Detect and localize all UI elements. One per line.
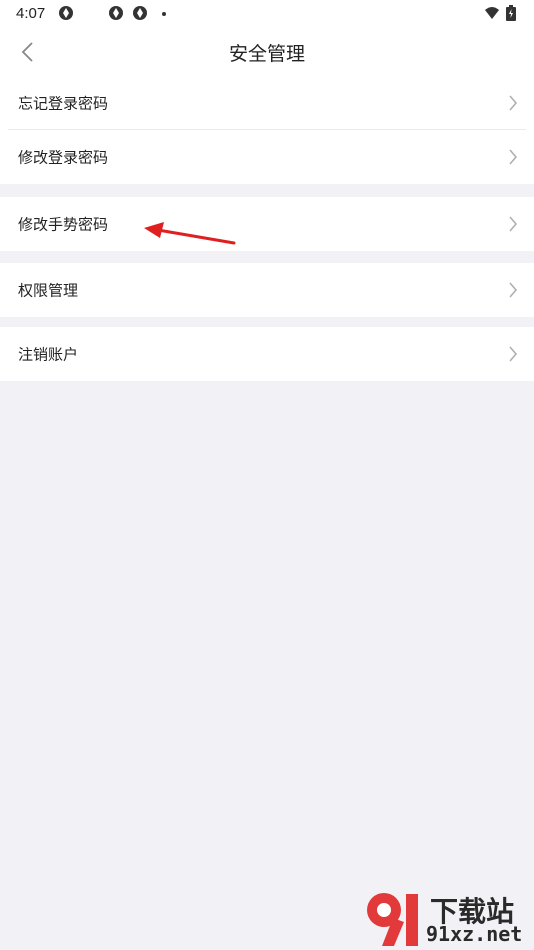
permission-management-row[interactable]: 权限管理: [0, 263, 534, 317]
status-bar: 4:07: [0, 0, 534, 28]
forgot-login-password-row[interactable]: 忘记登录密码: [0, 76, 534, 130]
watermark: 下载站 91xz.net: [360, 888, 530, 948]
row-label: 忘记登录密码: [18, 94, 109, 113]
chevron-right-icon: [509, 149, 518, 165]
red-arrow-icon: [144, 222, 236, 245]
settings-group: 权限管理: [0, 263, 534, 317]
change-login-password-row[interactable]: 修改登录密码: [0, 130, 534, 184]
chevron-right-icon: [509, 216, 518, 232]
watermark-site: 91xz.net: [426, 922, 523, 946]
chevron-right-icon: [509, 282, 518, 298]
wifi-icon: [485, 7, 499, 19]
more-notifications-dot: [162, 12, 166, 16]
chevron-right-icon: [509, 95, 518, 111]
row-label: 修改登录密码: [18, 148, 109, 167]
row-label: 注销账户: [18, 345, 79, 364]
chevron-right-icon: [509, 346, 518, 362]
change-gesture-password-row[interactable]: 修改手势密码: [0, 197, 534, 251]
notification-icon: [59, 6, 73, 20]
status-time: 4:07: [16, 5, 46, 22]
page-title: 安全管理: [228, 43, 305, 65]
settings-group: 注销账户: [0, 327, 534, 381]
notification-icon: [109, 6, 123, 20]
app-header: 安全管理: [0, 28, 534, 76]
watermark-logo-icon: [367, 893, 418, 946]
cancel-account-row[interactable]: 注销账户: [0, 327, 534, 381]
settings-group: 修改手势密码: [0, 197, 534, 251]
row-label: 权限管理: [18, 281, 79, 300]
notification-icon: [133, 6, 147, 20]
settings-group: 忘记登录密码 修改登录密码: [0, 76, 534, 184]
row-label: 修改手势密码: [18, 215, 109, 234]
battery-icon: [506, 5, 516, 21]
